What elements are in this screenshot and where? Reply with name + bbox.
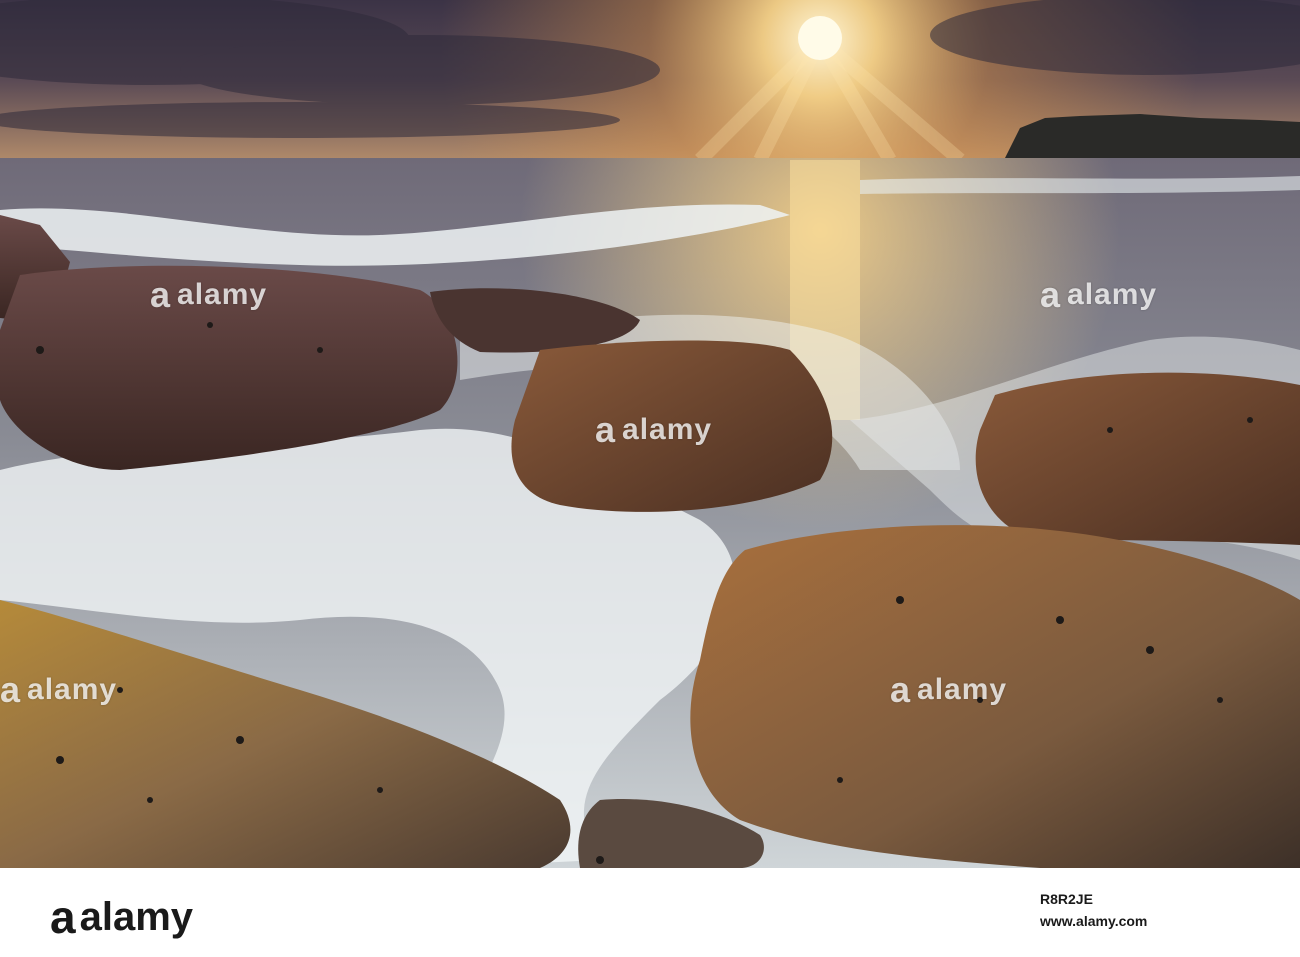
footer-bar: a alamy R8R2JE www.alamy.com — [0, 868, 1300, 957]
watermark-logo: a alamy — [150, 274, 268, 315]
site-url: www.alamy.com — [1040, 913, 1148, 929]
brand-name: alamy — [79, 894, 194, 939]
brand-logo: a alamy — [50, 890, 193, 944]
brand-mark-icon: a — [50, 891, 76, 943]
watermark-logo: a alamy — [890, 669, 1008, 710]
watermark-logo: a alamy — [595, 409, 713, 450]
watermark-logo: a alamy — [0, 669, 118, 710]
image-id: R8R2JE — [1040, 891, 1093, 907]
watermark-logo: a alamy — [1040, 274, 1158, 315]
seascape-photo: a alamy a alamy a alamy a alamy a alamy — [0, 0, 1300, 868]
